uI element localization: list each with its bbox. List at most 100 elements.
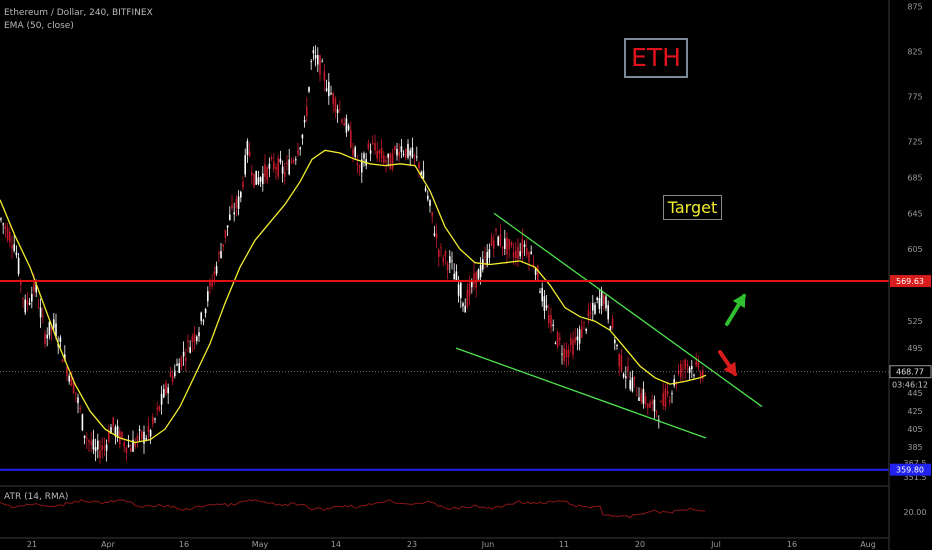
candle-body [244,155,246,175]
candle-body [647,403,649,408]
y-tick-label: 605 [907,245,922,254]
candle-body [385,160,387,163]
candle-body [44,333,46,345]
candle-body [163,389,165,398]
candle-body [594,304,596,314]
candle-body [495,228,497,231]
candle-body [347,125,350,130]
candle-body [297,149,299,155]
candle-body [466,290,469,307]
price-chart[interactable]: 875 825 775 725 685 645 605 525 495 445 425 405 385 3… [0,0,932,550]
candle-body [11,245,13,249]
x-tick-label: Jul [710,540,721,549]
candle-body [620,354,623,371]
candle-body [539,291,541,293]
candle-body [543,296,546,311]
candle-body [433,233,436,236]
candle-body [224,229,227,238]
candle-body [574,337,576,343]
candle-body [603,295,605,305]
candle-body [336,109,339,114]
candle-body [484,256,486,258]
eth-annotation: ETH [624,38,688,78]
candle-body [501,246,504,249]
candle-body [332,93,334,105]
candle-body [631,377,634,392]
candle-body [255,170,257,185]
candle-body [90,441,92,445]
candle-body [277,157,279,177]
candle-body [464,305,466,313]
candle-body [669,400,671,402]
candle-body [374,143,376,151]
candle-body [380,147,383,159]
candle-body [13,244,15,251]
x-tick-label: 21 [27,540,37,549]
candle-body [655,411,658,413]
atr-tick-label: 20.00 [904,508,927,517]
candle-body [506,237,508,255]
candle-body [101,445,103,451]
candle-body [556,331,559,347]
atr-indicator-label[interactable]: ATR (14, RMA) [4,492,68,502]
y-tick-label: 875 [907,2,922,11]
current-price-tag: 468.77 [896,368,924,377]
candle-body [352,149,354,156]
candle-body [231,204,233,209]
candle-body [237,196,240,209]
candle-body [462,303,464,307]
candle-body [493,240,495,249]
candle-body [490,237,493,246]
candle-body [215,266,218,274]
candle-body [517,246,519,259]
candle-body [473,273,475,285]
candle-body [570,338,572,346]
candle-body [301,134,304,139]
candle-body [578,329,581,344]
candle-body [22,298,24,300]
candle-body [622,374,625,377]
candle-body [105,444,108,451]
candle-body [141,431,143,439]
candle-body [99,450,101,458]
candle-body [598,298,601,309]
candle-body [405,148,407,159]
candle-body [169,372,172,377]
candle-body [343,123,345,126]
candle-body [204,308,207,314]
candle-body [75,392,77,394]
candle-body [642,389,645,404]
candle-body [519,251,521,257]
candle-body [251,172,253,176]
candle-body [455,271,458,281]
candle-body [600,290,603,306]
candle-body [220,251,222,258]
candle-body [440,247,442,249]
candle-body [418,162,420,169]
candle-body [158,406,161,411]
target-annotation: Target [663,195,722,220]
candle-body [394,146,396,151]
candle-body [330,93,332,95]
candle-body [497,236,499,246]
candle-body [240,191,242,198]
candle-body [6,228,9,240]
candle-body [592,303,594,311]
candle-body [376,151,378,159]
candle-body [660,401,662,403]
candle-body [182,351,185,357]
candle-body [284,171,286,177]
x-tick-label: 14 [331,540,341,549]
candle-body [292,160,295,163]
candle-body [664,388,667,407]
candle-body [644,396,647,405]
candle-body [24,299,26,313]
candle-body [475,271,477,288]
ema-indicator-label[interactable]: EMA (50, close) [4,21,74,31]
candle-body [583,321,585,323]
candle-body [383,155,385,164]
candle-body [585,329,587,332]
candle-body [136,435,139,441]
candle-body [530,251,532,255]
candle-body [378,150,381,154]
